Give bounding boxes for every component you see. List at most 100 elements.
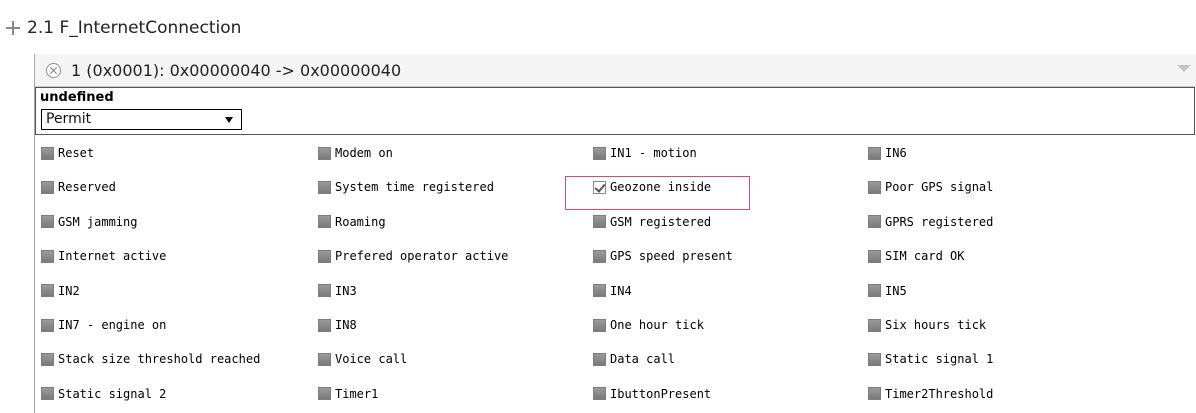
flag-label: IN4 (610, 283, 632, 298)
flag-item[interactable]: Reserved (35, 170, 312, 204)
checkbox-icon[interactable] (868, 249, 881, 263)
checkbox-icon[interactable] (41, 284, 54, 298)
flag-item[interactable]: Modem on (312, 136, 587, 170)
checkbox-icon[interactable] (318, 249, 331, 263)
flag-item[interactable]: GPS speed present (587, 239, 862, 273)
section-title-text: 2.1 F_InternetConnection (27, 18, 242, 38)
flag-label: Stack size threshold reached (58, 352, 261, 367)
flag-item[interactable]: IN8 (312, 308, 587, 342)
flag-label: GPS speed present (610, 249, 733, 264)
flag-label: Static signal 1 (885, 352, 994, 367)
checkbox-icon[interactable] (318, 352, 331, 366)
flag-label: GSM jamming (58, 214, 138, 229)
checkbox-icon[interactable] (318, 180, 331, 194)
flag-item[interactable]: GSM registered (587, 205, 862, 239)
flag-item[interactable]: IN7 - engine on (35, 308, 312, 342)
checkbox-icon[interactable] (593, 249, 606, 263)
flag-item[interactable]: Reset (35, 136, 312, 170)
flag-item[interactable]: GSM jamming (35, 205, 312, 239)
flag-item[interactable]: Static signal 2 (35, 377, 312, 411)
flag-item[interactable]: Static signal 1 (862, 342, 1162, 376)
checkbox-icon[interactable] (868, 318, 881, 332)
flag-label: Static signal 2 (58, 386, 167, 401)
flag-label: SIM card OK (885, 249, 965, 264)
flag-item[interactable]: SIM card OK (862, 239, 1162, 273)
flag-label: Internet active (58, 249, 167, 264)
flag-item[interactable]: IN1 - motion (587, 136, 862, 170)
checkbox-icon[interactable] (41, 352, 54, 366)
collapse-arrow-icon[interactable] (1177, 65, 1191, 72)
checkbox-icon[interactable] (593, 284, 606, 298)
flag-item[interactable]: Stack size threshold reached (35, 342, 312, 376)
flag-item[interactable]: One hour tick (587, 308, 862, 342)
flag-item[interactable]: IN5 (862, 274, 1162, 308)
checkbox-icon[interactable] (41, 249, 54, 263)
flag-label: Reset (58, 146, 95, 160)
checkbox-icon[interactable] (593, 146, 606, 160)
flag-label: IN6 (885, 146, 907, 160)
checkbox-icon[interactable] (868, 180, 881, 194)
flag-item[interactable]: Internet active (35, 239, 312, 273)
flag-item[interactable]: IN3 (312, 274, 587, 308)
checkbox-icon[interactable] (318, 215, 331, 229)
panel-header[interactable]: 1 (0x0001): 0x00000040 -> 0x00000040 (35, 54, 1196, 87)
flag-label: Modem on (335, 146, 393, 160)
section-title[interactable]: 2.1 F_InternetConnection (6, 18, 241, 38)
checkbox-icon[interactable] (593, 387, 606, 401)
flag-item[interactable]: IN2 (35, 274, 312, 308)
condition-block: undefined Permit (35, 87, 1195, 135)
flag-item[interactable]: Timer2Threshold (862, 377, 1162, 411)
flag-item[interactable]: Poor GPS signal (862, 170, 1162, 204)
flag-label: Poor GPS signal (885, 180, 994, 195)
expand-icon[interactable] (6, 21, 20, 35)
flag-item[interactable]: IN4 (587, 274, 862, 308)
checkbox-icon[interactable] (41, 318, 54, 332)
condition-title: undefined (40, 90, 114, 105)
checkbox-icon[interactable] (41, 146, 54, 160)
flag-item[interactable]: System time registered (312, 170, 587, 204)
flag-label: Timer2Threshold (885, 386, 994, 401)
flag-item[interactable]: Geozone inside (587, 170, 862, 204)
permit-select[interactable]: Permit (41, 109, 242, 130)
checkbox-checked-icon[interactable] (593, 180, 606, 194)
flag-label: Six hours tick (885, 318, 987, 332)
flag-label: GSM registered (610, 214, 712, 229)
checkbox-icon[interactable] (41, 180, 54, 194)
flag-label: Geozone inside (610, 180, 712, 195)
flag-item[interactable]: Voice call (312, 342, 587, 376)
flag-label: One hour tick (610, 318, 704, 332)
permit-select-value: Permit (46, 111, 92, 127)
checkbox-icon[interactable] (318, 318, 331, 332)
checkbox-icon[interactable] (593, 215, 606, 229)
checkbox-icon[interactable] (868, 215, 881, 229)
panel-header-text: 1 (0x0001): 0x00000040 -> 0x00000040 (71, 60, 402, 80)
checkbox-icon[interactable] (41, 387, 54, 401)
checkbox-icon[interactable] (868, 352, 881, 366)
flag-label: IN3 (335, 283, 357, 298)
checkbox-icon[interactable] (868, 146, 881, 160)
flag-item[interactable]: GPRS registered (862, 205, 1162, 239)
flag-label: Reserved (58, 180, 116, 195)
flag-item[interactable]: Prefered operator active (312, 239, 587, 273)
checkbox-icon[interactable] (318, 284, 331, 298)
flag-label: Timer1 (335, 386, 379, 401)
checkbox-icon[interactable] (593, 352, 606, 366)
flag-label: IbuttonPresent (610, 386, 712, 401)
flag-item[interactable]: IN6 (862, 136, 1162, 170)
flag-label: Roaming (335, 214, 386, 229)
remove-icon[interactable] (46, 62, 61, 78)
checkbox-icon[interactable] (593, 318, 606, 332)
flag-item[interactable]: Six hours tick (862, 308, 1162, 342)
flag-item[interactable]: IbuttonPresent (587, 377, 862, 411)
flag-label: Prefered operator active (335, 249, 509, 264)
checkbox-icon[interactable] (868, 284, 881, 298)
flag-item[interactable]: Timer1 (312, 377, 587, 411)
checkbox-icon[interactable] (868, 387, 881, 401)
checkbox-icon[interactable] (41, 215, 54, 229)
flag-label: GPRS registered (885, 214, 994, 229)
flag-label: Voice call (335, 352, 408, 367)
flag-item[interactable]: Data call (587, 342, 862, 376)
flag-item[interactable]: Roaming (312, 205, 587, 239)
checkbox-icon[interactable] (318, 387, 331, 401)
checkbox-icon[interactable] (318, 146, 331, 160)
